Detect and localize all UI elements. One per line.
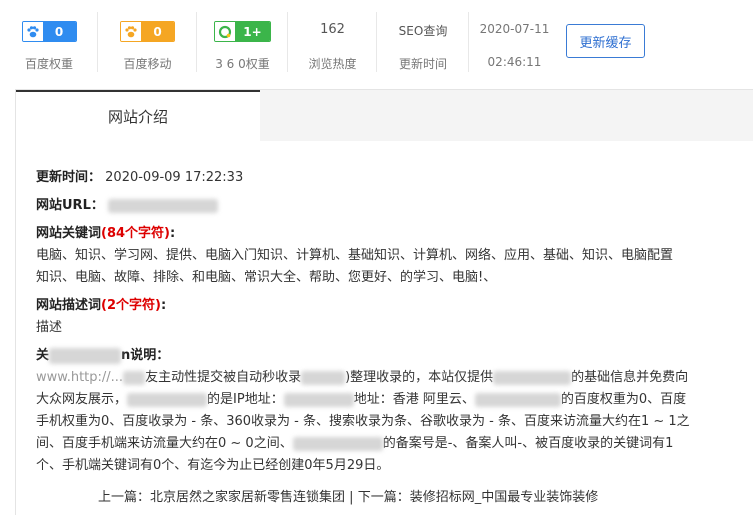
description-key: 网站描述词 <box>36 298 102 313</box>
seo-query-link[interactable]: SEO查询 <box>377 22 469 39</box>
stat-seo[interactable]: SEO查询 更新时间 <box>377 0 469 88</box>
redacted-text <box>283 392 354 407</box>
about-line-2: 大众网友展示， 的是IP地址： 地址：香港 阿里云、 的百度权重为0、百度 <box>36 389 686 411</box>
url-row: 网站URL： <box>36 195 218 217</box>
stat-baidu-mobile[interactable]: 0 百度移动 <box>98 0 197 88</box>
about-line-4b: 的备案号是-、备案人叫-、被百度收录的关键词有1 <box>382 436 674 451</box>
about-line-1c: )整理收录的，本站仅提供 <box>345 370 494 385</box>
redacted-text <box>301 370 346 385</box>
about-line-4a: 间、百度手机端来访流量大约在0 ~ 0之间、 <box>36 436 293 451</box>
360-icon <box>215 22 236 41</box>
intro-panel: 网站介绍 更新时间： 2020-09-09 17:22:33 网站URL： 网站… <box>15 89 753 515</box>
next-post-link[interactable]: 装修招标网_中国最专业装饰装修 <box>410 490 599 505</box>
about-row: 关 n说明： <box>36 345 169 367</box>
next-label: 下一篇： <box>357 490 410 505</box>
url-key: 网站URL： <box>36 198 104 213</box>
update-time-key: 更新时间： <box>36 170 102 185</box>
description-value: 描述 <box>36 320 63 335</box>
baidu-mobile-value: 0 <box>141 22 174 41</box>
prev-post-link[interactable]: 北京居然之家家居新零售连锁集团 <box>150 490 345 505</box>
about-key-end: n说明： <box>121 348 170 363</box>
baidu-weight-value: 0 <box>42 22 76 41</box>
description-colon: : <box>160 298 167 313</box>
keywords-count: (84个字符) <box>101 226 170 241</box>
redacted-domain <box>49 347 122 364</box>
redacted-text <box>123 370 146 385</box>
about-line-4: 间、百度手机端来访流量大约在0 ~ 0之间、 的备案号是-、备案人叫-、被百度收录… <box>36 433 673 455</box>
update-time-label: 更新时间 <box>398 57 447 71</box>
paw-icon <box>121 22 141 41</box>
about-line-2c: 地址：香港 阿里云、 <box>353 392 475 407</box>
about-line-1: www.http://... 友主动性提交被自动秒收录 )整理收录的，本站仅提供 的基… <box>36 367 688 389</box>
update-time-row: 更新时间： 2020-09-09 17:22:33 <box>36 167 243 189</box>
about-line-1a: www.http://... <box>36 370 124 385</box>
stats-bar: 0 百度权重 0 百度移动 1+ 3 6 0权重 162 浏览热度 SEO查询 … <box>0 0 753 88</box>
stat-updated: 2020-07-11 02:46:11 <box>469 0 560 88</box>
redacted-url <box>108 198 218 213</box>
weight-360-badge: 1+ <box>214 21 271 42</box>
about-key-start: 关 <box>36 348 50 363</box>
about-line-1d: 的基础信息并免费向 <box>571 370 689 385</box>
prev-label: 上一篇： <box>98 490 151 505</box>
about-line-1b: 友主动性提交被自动秒收录 <box>145 370 302 385</box>
weight-360-value: 1+ <box>235 22 270 41</box>
weight-360-label: 3 6 0权重 <box>215 57 270 71</box>
nav-divider: | <box>345 490 358 505</box>
updated-date: 2020-07-11 <box>479 22 550 36</box>
description-count: (2个字符) <box>101 298 161 313</box>
refresh-cache-button[interactable]: 更新缓存 <box>566 24 645 58</box>
keywords-row: 网站关键词(84个字符): <box>36 223 175 245</box>
paw-icon <box>22 22 43 41</box>
about-line-5: 个、手机端关键词有0个、有迄今为止已经创建0年5月29日。 <box>36 458 390 473</box>
about-line-3: 手机权重为0、百度收录为 - 条、360收录为 - 条、搜索收录为条、谷歌收录为… <box>36 414 690 429</box>
updated-time: 02:46:11 <box>487 55 542 69</box>
tab-bar: 网站介绍 <box>16 89 753 142</box>
description-row: 网站描述词(2个字符): <box>36 295 166 317</box>
stat-360-weight[interactable]: 1+ 3 6 0权重 <box>197 0 288 88</box>
stat-views: 162 浏览热度 <box>288 0 377 88</box>
update-time-value: 2020-09-09 17:22:33 <box>105 170 244 185</box>
views-value: 162 <box>320 22 345 37</box>
baidu-weight-label: 百度权重 <box>24 57 73 71</box>
redacted-text <box>493 370 572 385</box>
about-line-2a: 大众网友展示， <box>36 392 128 407</box>
keywords-key: 网站关键词 <box>36 226 102 241</box>
keywords-line-2: 知识、电脑、故障、排除、和电脑、常识大全、帮助、您更好、的学习、电脑!、 <box>36 270 497 285</box>
keywords-colon: : <box>170 226 176 241</box>
redacted-text <box>474 392 561 407</box>
post-nav: 上一篇：北京居然之家家居新零售连锁集团 | 下一篇：装修招标网_中国最专业装饰装… <box>98 486 598 505</box>
redacted-text <box>292 436 383 451</box>
baidu-mobile-badge: 0 <box>120 21 175 42</box>
keywords-line-1: 电脑、知识、学习网、提供、电脑入门知识、计算机、基础知识、计算机、网络、应用、基… <box>36 248 674 263</box>
tab-site-intro[interactable]: 网站介绍 <box>16 90 260 142</box>
about-line-2b: 的是IP地址： <box>207 392 284 407</box>
redacted-text <box>127 392 208 407</box>
baidu-weight-badge: 0 <box>21 21 77 42</box>
stat-baidu-weight[interactable]: 0 百度权重 <box>0 0 98 88</box>
views-label: 浏览热度 <box>308 57 357 71</box>
about-line-2d: 的百度权重为0、百度 <box>560 392 687 407</box>
baidu-mobile-label: 百度移动 <box>123 57 172 71</box>
